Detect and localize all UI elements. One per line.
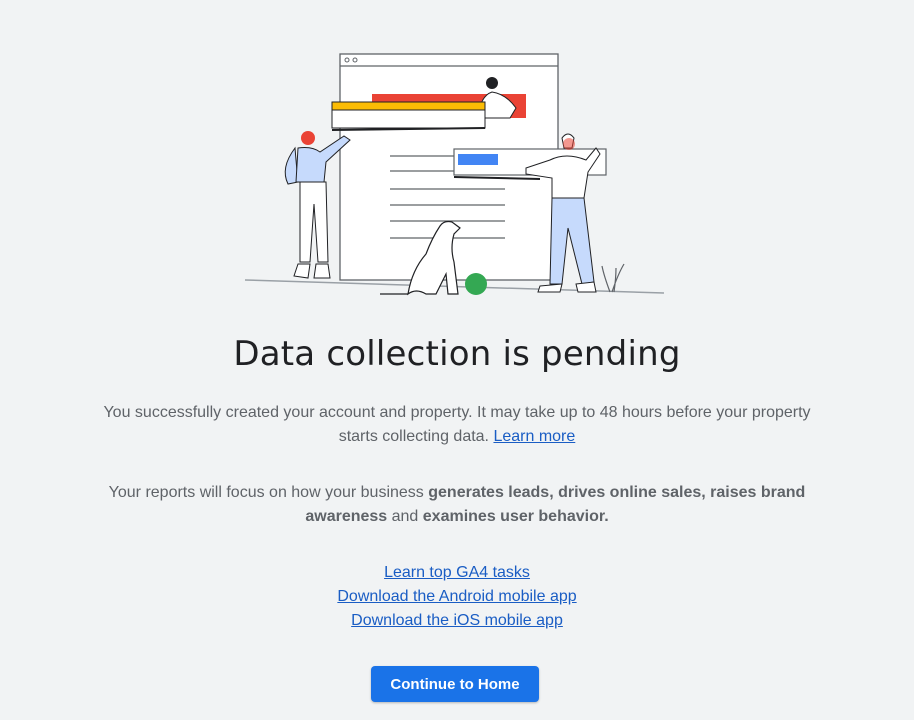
ios-app-link[interactable]: Download the iOS mobile app xyxy=(351,609,563,633)
learn-ga4-tasks-link[interactable]: Learn top GA4 tasks xyxy=(384,561,530,585)
android-app-link[interactable]: Download the Android mobile app xyxy=(337,585,576,609)
account-created-message: You successfully created your account an… xyxy=(100,401,814,449)
reports-focus-text: Your reports will focus on how your busi… xyxy=(108,484,429,501)
continue-to-home-button[interactable]: Continue to Home xyxy=(371,666,539,702)
data-pending-illustration xyxy=(244,53,665,296)
learn-more-link[interactable]: Learn more xyxy=(493,428,575,445)
account-created-text: You successfully created your account an… xyxy=(103,404,811,445)
page-title: Data collection is pending xyxy=(233,334,681,374)
resource-links: Learn top GA4 tasks Download the Android… xyxy=(0,561,914,633)
reports-focus-bold-behavior: examines user behavior. xyxy=(422,508,609,525)
reports-focus-message: Your reports will focus on how your busi… xyxy=(100,481,814,529)
reports-focus-and: and xyxy=(387,508,423,525)
page: Data collection is pending You successfu… xyxy=(0,0,914,720)
